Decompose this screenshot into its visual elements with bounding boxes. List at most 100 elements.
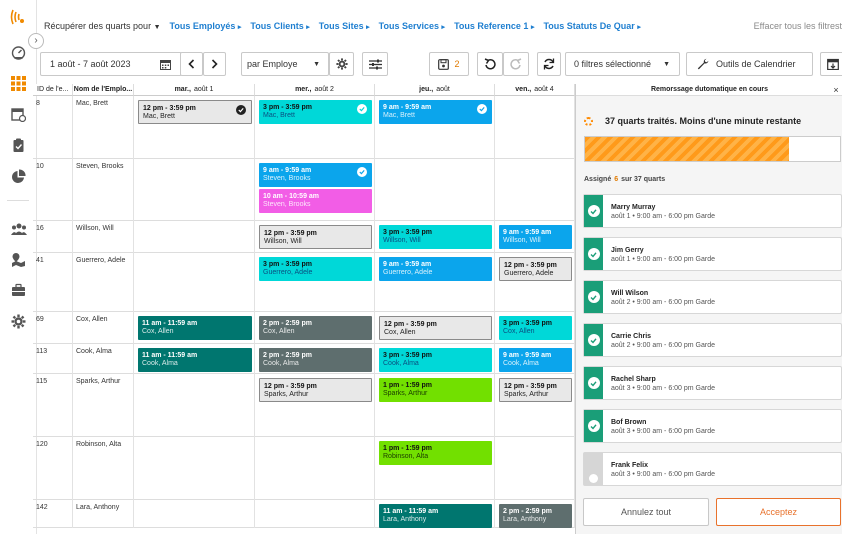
pie-chart-icon[interactable] <box>10 168 27 185</box>
column-header-name[interactable]: Nom de l'Emplo... <box>73 84 134 96</box>
column-header-day[interactable]: jeu., août <box>375 84 495 96</box>
fetch-shifts-label[interactable]: Récupérer des quarts pour ▼ <box>44 21 161 31</box>
filter-sites[interactable]: Tous Sites ▸ <box>319 21 370 31</box>
shift-block[interactable]: 10 am - 10:59 am Steven, Brooks <box>259 189 372 213</box>
day-cell[interactable] <box>375 159 495 221</box>
shift-time: 9 am - 9:59 am <box>263 167 312 174</box>
assignment-card[interactable]: Frank Felix août 3 • 9:00 am - 6:00 pm Ga… <box>583 452 842 486</box>
schedule-grid-icon[interactable] <box>10 75 27 92</box>
assignment-detail: août 2 • 9:00 am - 6:00 pm Garde <box>611 299 716 306</box>
shift-block[interactable]: 11 am - 11:59 am Lara, Anthony <box>379 504 492 528</box>
day-cell[interactable] <box>134 437 255 500</box>
prev-week-button[interactable] <box>180 52 203 76</box>
shift-block[interactable]: 12 pm - 3:59 pm Willson, Will <box>259 225 372 249</box>
scheduler-app: › Récupérer des quarts pour ▼ Tous Emplo… <box>0 0 842 534</box>
gear-icon[interactable] <box>10 313 27 330</box>
shift-block[interactable]: 2 pm - 2:59 pm Lara, Anthony <box>499 504 572 528</box>
shift-block[interactable]: 1 pm - 1:59 pm Sparks, Arthur <box>379 378 492 402</box>
filter-employees[interactable]: Tous Employés ▸ <box>170 21 242 31</box>
shift-block[interactable]: 3 pm - 3:59 pm Mac, Brett <box>259 100 372 124</box>
accept-button[interactable]: Acceptez <box>716 498 841 526</box>
shift-block[interactable]: 9 am - 9:59 am Mac, Brett <box>379 100 492 124</box>
shift-block[interactable]: 12 pm - 3:59 pm Mac, Brett <box>138 100 252 124</box>
calendar-tools-button[interactable]: Outils de Calendrier <box>686 52 813 76</box>
day-cell[interactable] <box>134 500 255 528</box>
assignment-detail: août 3 • 9:00 am - 6:00 pm Garde <box>611 385 716 392</box>
shift-block[interactable]: 11 am - 11:59 am Cook, Alma <box>138 348 252 372</box>
column-header-day[interactable]: ven., août 4 <box>495 84 575 96</box>
filter-services[interactable]: Tous Services ▸ <box>379 21 445 31</box>
day-cell[interactable] <box>134 253 255 312</box>
shift-block[interactable]: 3 pm - 3:59 pm Cox, Allen <box>499 316 572 340</box>
save-changes-button[interactable]: 2 <box>429 52 469 76</box>
assignment-card[interactable]: Rachel Sharp août 3 • 9:00 am - 6:00 pm G… <box>583 366 842 400</box>
shift-block[interactable]: 9 am - 9:59 am Willson, Will <box>499 225 572 249</box>
users-group-icon[interactable] <box>10 220 27 237</box>
column-header-id[interactable]: ID de l'e... <box>33 84 73 96</box>
filter-sliders-button[interactable] <box>362 52 388 76</box>
assignment-card[interactable]: Will Wilson août 2 • 9:00 am - 6:00 pm Ga… <box>583 280 842 314</box>
assignment-detail: août 3 • 9:00 am - 6:00 pm Garde <box>611 471 716 478</box>
day-cell[interactable] <box>134 221 255 253</box>
day-cell[interactable] <box>495 437 575 500</box>
filter-clients-label: Tous Clients <box>250 21 304 31</box>
shift-block[interactable]: 9 am - 9:59 am Guerrero, Adele <box>379 257 492 281</box>
filter-shift-status[interactable]: Tous Statuts De Quar ▸ <box>543 21 640 31</box>
next-week-button[interactable] <box>203 52 226 76</box>
dashboard-icon[interactable] <box>10 44 27 61</box>
day-cell[interactable] <box>255 500 375 528</box>
shift-block[interactable]: 1 pm - 1:59 pm Robinson, Alta <box>379 441 492 465</box>
map-pin-icon[interactable] <box>10 251 27 268</box>
shift-block[interactable]: 2 pm - 2:59 pm Cox, Allen <box>259 316 372 340</box>
saved-filters-select[interactable]: 0 filtres sélectionné ▼ <box>565 52 680 76</box>
group-by-select[interactable]: par Employe ▼ <box>241 52 329 76</box>
briefcase-icon[interactable] <box>10 282 27 299</box>
fetch-shifts-text: Récupérer des quarts pour <box>44 21 152 31</box>
day-cell[interactable] <box>495 159 575 221</box>
shift-employee: Sparks, Arthur <box>504 391 549 398</box>
date-range-picker[interactable]: 1 août - 7 août 2023 <box>40 52 182 76</box>
shift-block[interactable]: 9 am - 9:59 am Steven, Brooks <box>259 163 372 187</box>
clipboard-check-icon[interactable] <box>10 137 27 154</box>
caret-right-icon: ▸ <box>366 24 370 31</box>
filter-clients[interactable]: Tous Clients ▸ <box>250 21 309 31</box>
undo-button[interactable] <box>477 52 503 76</box>
column-header-day[interactable]: mer., août 2 <box>255 84 375 96</box>
assignment-card[interactable]: Carrie Chris août 2 • 9:00 am - 6:00 pm G… <box>583 323 842 357</box>
filter-reference[interactable]: Tous Reference 1 ▸ <box>454 21 534 31</box>
assignment-card[interactable]: Bof Brown août 3 • 9:00 am - 6:00 pm Gard… <box>583 409 842 443</box>
shift-block[interactable]: 11 am - 11:59 am Cox, Allen <box>138 316 252 340</box>
calendar-export-button[interactable] <box>820 52 842 76</box>
cancel-all-button[interactable]: Annulez tout <box>583 498 709 526</box>
shift-time: 2 pm - 2:59 pm <box>263 320 313 327</box>
day-cell[interactable] <box>134 159 255 221</box>
shift-block[interactable]: 12 pm - 3:59 pm Guerrero, Adele <box>499 257 572 281</box>
assignment-card[interactable]: Jim Gerry août 1 • 9:00 am - 6:00 pm Gard… <box>583 237 842 271</box>
shift-block[interactable]: 12 pm - 3:59 pm Sparks, Arthur <box>259 378 372 402</box>
shift-time: 10 am - 10:59 am <box>263 193 320 200</box>
assignment-card[interactable]: Marry Murray août 1 • 9:00 am - 6:00 pm G… <box>583 194 842 228</box>
shift-time: 11 am - 11:59 am <box>142 352 198 359</box>
employee-name-cell: Guerrero, Adele <box>73 253 134 312</box>
shift-block[interactable]: 3 pm - 3:59 pm Guerrero, Adele <box>259 257 372 281</box>
day-cell[interactable] <box>134 374 255 437</box>
sidebar-collapse-button[interactable]: › <box>28 33 44 49</box>
assignment-name: Carrie Chris <box>611 333 652 340</box>
calendar-clock-icon[interactable] <box>10 106 27 123</box>
column-header-day[interactable]: mar., août 1 <box>134 84 255 96</box>
day-cell[interactable] <box>495 96 575 159</box>
refresh-button[interactable] <box>537 52 561 76</box>
clear-filters-link[interactable]: Effacer tous les filtrest <box>754 21 842 31</box>
shift-block[interactable]: 12 pm - 3:59 pm Cox, Allen <box>379 316 492 340</box>
close-icon[interactable]: × <box>830 84 842 96</box>
shift-block[interactable]: 12 pm - 3:59 pm Sparks, Arthur <box>499 378 572 402</box>
shift-block[interactable]: 2 pm - 2:59 pm Cook, Alma <box>259 348 372 372</box>
saved-filters-value: 0 filtres sélectionné <box>574 59 652 69</box>
group-settings-button[interactable] <box>329 52 354 76</box>
redo-button[interactable] <box>503 52 529 76</box>
shift-block[interactable]: 9 am - 9:59 am Cook, Alma <box>499 348 572 372</box>
shift-block[interactable]: 3 pm - 3:59 pm Cook, Alma <box>379 348 492 372</box>
day-cell[interactable] <box>255 437 375 500</box>
filter-shift-status-label: Tous Statuts De Quar <box>543 21 635 31</box>
shift-block[interactable]: 3 pm - 3:59 pm Willson, Will <box>379 225 492 249</box>
